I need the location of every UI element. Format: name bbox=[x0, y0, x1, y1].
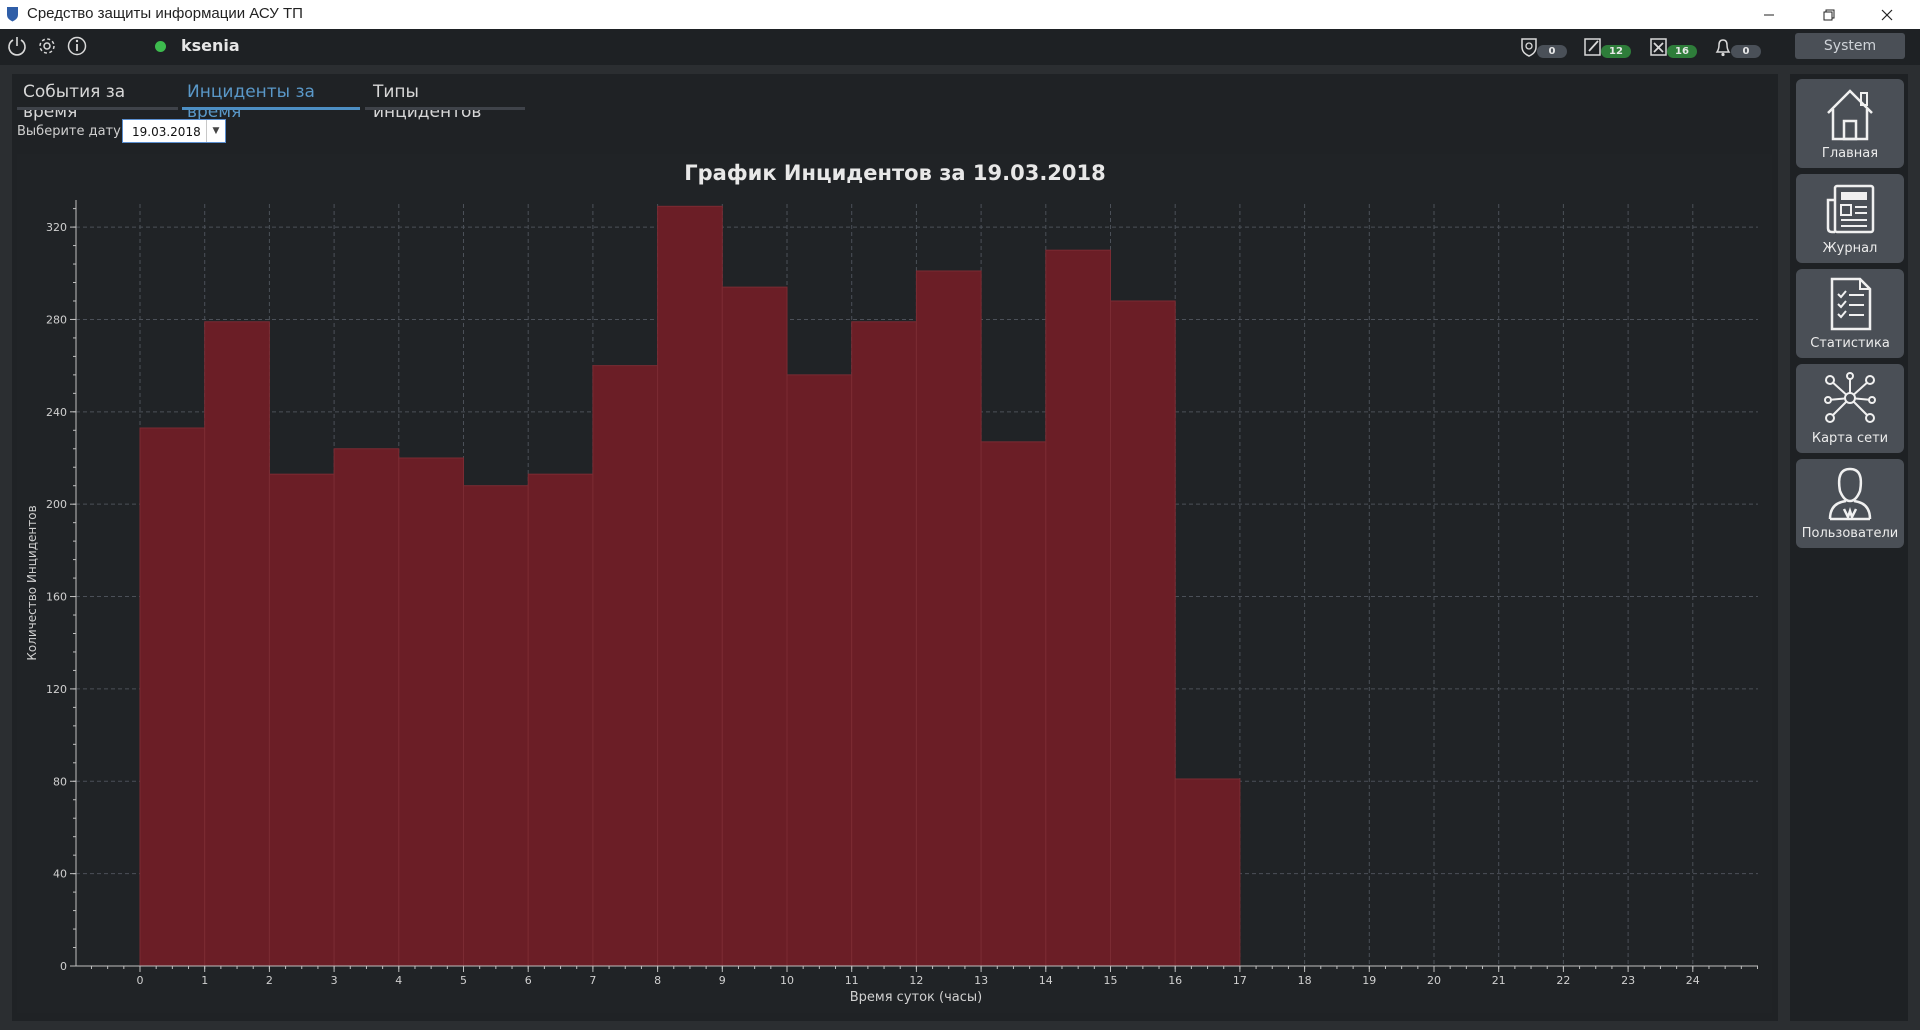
x-tick-label: 12 bbox=[909, 974, 923, 987]
chart-bar bbox=[463, 485, 529, 967]
nav-home-button[interactable]: Главная bbox=[1796, 79, 1904, 168]
y-tick-label: 0 bbox=[60, 960, 67, 973]
nav-label: Пользователи bbox=[1801, 526, 1899, 541]
home-icon bbox=[1827, 89, 1873, 141]
chart-bar bbox=[527, 473, 594, 967]
statistics-icon bbox=[1830, 277, 1872, 331]
chart-bar bbox=[398, 457, 464, 967]
chart-bar bbox=[851, 321, 917, 967]
x-tick-label: 2 bbox=[266, 974, 273, 987]
y-tick-label: 280 bbox=[46, 313, 67, 326]
y-tick-label: 320 bbox=[46, 221, 67, 234]
x-tick-label: 7 bbox=[589, 974, 596, 987]
x-tick-label: 4 bbox=[395, 974, 402, 987]
x-tick-label: 14 bbox=[1039, 974, 1053, 987]
nav-network-map-button[interactable]: Карта сети bbox=[1796, 364, 1904, 453]
x-tick-label: 9 bbox=[719, 974, 726, 987]
chart-bar bbox=[786, 374, 853, 967]
y-axis-label: Количество Инцидентов bbox=[25, 505, 39, 660]
chart-bar bbox=[333, 448, 400, 967]
x-axis-label: Время суток (часы) bbox=[850, 990, 982, 1005]
chart-bar bbox=[1045, 249, 1112, 967]
y-tick-label: 240 bbox=[46, 406, 67, 419]
nav-statistics-button[interactable]: Статистика bbox=[1796, 269, 1904, 358]
nav-label: Журнал bbox=[1822, 241, 1878, 256]
x-tick-label: 22 bbox=[1556, 974, 1570, 987]
x-tick-label: 19 bbox=[1362, 974, 1376, 987]
users-icon bbox=[1828, 467, 1872, 521]
chart-bar bbox=[1110, 300, 1176, 967]
x-tick-label: 5 bbox=[460, 974, 467, 987]
x-tick-label: 21 bbox=[1492, 974, 1506, 987]
chart-bar bbox=[139, 427, 206, 967]
x-tick-label: 1 bbox=[201, 974, 208, 987]
chart-bar bbox=[657, 205, 723, 967]
x-tick-label: 13 bbox=[974, 974, 988, 987]
y-tick-label: 160 bbox=[46, 591, 67, 604]
x-tick-label: 23 bbox=[1621, 974, 1635, 987]
chart-bar bbox=[592, 365, 659, 967]
chart-bar bbox=[915, 270, 982, 967]
y-tick-label: 80 bbox=[53, 775, 67, 788]
x-tick-label: 17 bbox=[1233, 974, 1247, 987]
x-tick-label: 16 bbox=[1168, 974, 1182, 987]
chart-title: График Инцидентов за 19.03.2018 bbox=[684, 161, 1106, 185]
incidents-chart: 040801201602002402803200 1 2 3 4 5 6 7 8 9 10 11 12 1… bbox=[17, 154, 1772, 1013]
nav-label: Карта сети bbox=[1811, 431, 1889, 446]
y-tick-label: 40 bbox=[53, 868, 67, 881]
y-tick-label: 200 bbox=[46, 498, 67, 511]
x-tick-label: 3 bbox=[331, 974, 338, 987]
x-tick-label: 11 bbox=[845, 974, 859, 987]
chart-bar bbox=[204, 321, 270, 967]
nav-journal-button[interactable]: Журнал bbox=[1796, 174, 1904, 263]
x-tick-label: 0 bbox=[137, 974, 144, 987]
network-map-icon bbox=[1824, 372, 1876, 423]
x-tick-label: 20 bbox=[1427, 974, 1441, 987]
x-tick-label: 10 bbox=[780, 974, 794, 987]
chart-bar bbox=[980, 441, 1047, 967]
nav-label: Главная bbox=[1821, 146, 1879, 161]
journal-icon bbox=[1826, 184, 1875, 234]
nav-users-button[interactable]: Пользователи bbox=[1796, 459, 1904, 548]
x-tick-label: 24 bbox=[1686, 974, 1700, 987]
x-tick-label: 18 bbox=[1298, 974, 1312, 987]
x-tick-label: 6 bbox=[525, 974, 532, 987]
chart-bar bbox=[268, 473, 335, 967]
chart-bar bbox=[721, 286, 788, 967]
x-tick-label: 8 bbox=[654, 974, 661, 987]
chart-bar bbox=[1174, 778, 1241, 967]
x-tick-label: 15 bbox=[1104, 974, 1118, 987]
nav-label: Статистика bbox=[1810, 336, 1890, 351]
y-tick-label: 120 bbox=[46, 683, 67, 696]
